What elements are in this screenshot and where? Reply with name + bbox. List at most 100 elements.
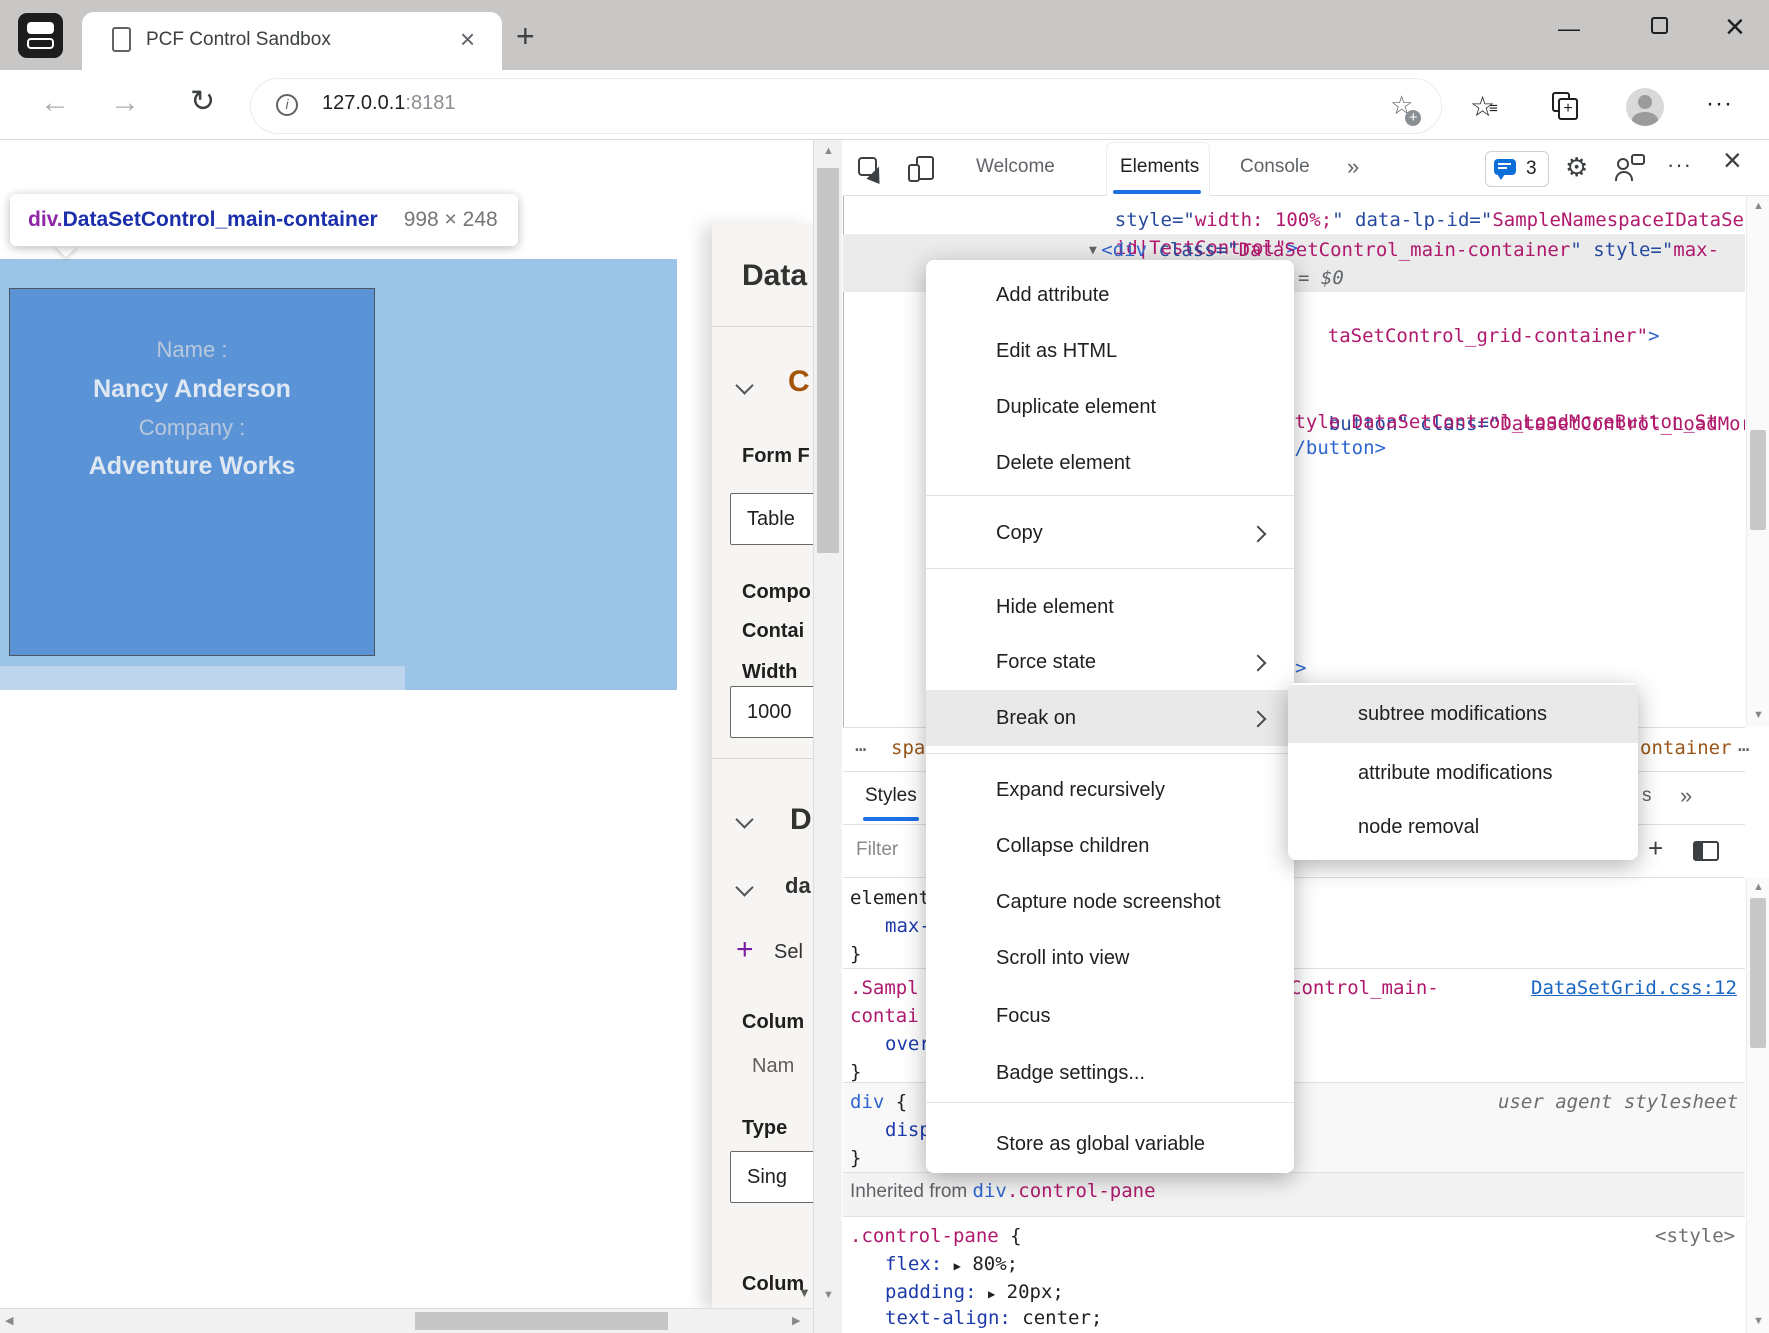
device-toolbar-icon[interactable] xyxy=(908,156,940,184)
page-hscroll-thumb[interactable] xyxy=(415,1312,668,1330)
tree-line-loadmore-style[interactable]: Style DataSetControl_LoadMoreButton_St xyxy=(1283,408,1718,436)
menu-item-copy[interactable]: Copy xyxy=(926,505,1294,561)
style-tag-link[interactable]: <style> xyxy=(1655,1222,1735,1250)
new-tab-button[interactable]: + xyxy=(516,18,535,55)
new-style-rule-icon[interactable]: + xyxy=(1648,833,1663,864)
window-minimize-button[interactable]: — xyxy=(1558,16,1580,42)
type-input[interactable]: Sing xyxy=(730,1151,813,1203)
selector-sample-left[interactable]: .Sampl xyxy=(850,974,919,1002)
width-input[interactable]: 1000 xyxy=(730,686,813,738)
menu-item-collapse-children[interactable]: Collapse children xyxy=(926,818,1294,874)
submenu-item-attribute-modifications[interactable]: attribute modifications xyxy=(1288,746,1638,801)
config-chevron-icon[interactable] xyxy=(735,376,753,394)
prop-overflow[interactable]: over xyxy=(885,1030,931,1058)
tree-scrollbar[interactable]: ▲ ▼ xyxy=(1746,196,1769,727)
menu-item-focus[interactable]: Focus xyxy=(926,988,1294,1044)
dataset-chevron-icon[interactable] xyxy=(735,810,753,828)
site-info-icon[interactable]: i xyxy=(276,94,298,116)
page-vscroll-down-icon[interactable]: ▼ xyxy=(823,1290,834,1301)
reload-icon[interactable]: ↻ xyxy=(190,84,215,119)
decl-padding[interactable]: padding: ▶ 20px; xyxy=(885,1278,1064,1306)
menu-item-break-on[interactable]: Break on xyxy=(926,690,1294,746)
selector-control-pane[interactable]: .control-pane { xyxy=(850,1222,1022,1250)
submenu-item-node-removal[interactable]: node removal xyxy=(1288,801,1638,854)
menu-item-force-state[interactable]: Force state xyxy=(926,634,1294,690)
issues-button[interactable]: 3 xyxy=(1485,151,1549,187)
page-vscroll-thumb[interactable] xyxy=(817,168,839,553)
back-icon[interactable]: ← xyxy=(40,86,70,120)
tab-elements[interactable]: Elements xyxy=(1106,142,1210,196)
add-record-label[interactable]: Sel xyxy=(774,941,803,964)
styles-tabs-overflow-icon[interactable]: » xyxy=(1680,783,1692,809)
page-vscrollbar[interactable]: ▲ ▼ xyxy=(813,140,842,1333)
toggle-sidebar-icon[interactable] xyxy=(1693,841,1719,861)
tree-line-loadmore-button[interactable]: button" class="DataSetControl_LoadMore xyxy=(1283,382,1745,410)
settings-gear-icon[interactable]: ⚙ xyxy=(1565,152,1588,183)
forward-icon[interactable]: → xyxy=(110,86,140,120)
tree-line-testcontrol[interactable]: id|TestControl"> xyxy=(1069,206,1298,234)
breadcrumb-span-fragment[interactable]: spa xyxy=(891,737,925,759)
menu-item-edit-as-html[interactable]: Edit as HTML xyxy=(926,323,1294,379)
url-text[interactable]: 127.0.0.1:8181 xyxy=(322,92,455,115)
browser-menu-icon[interactable]: ··· xyxy=(1706,90,1733,118)
styles-scroll-thumb[interactable] xyxy=(1750,898,1766,1048)
page-hscrollbar[interactable]: ◀ ▶ xyxy=(0,1308,813,1333)
devtools-more-icon[interactable]: ··· xyxy=(1667,152,1692,178)
stylesheet-link[interactable]: DataSetGrid.css:12 xyxy=(1531,974,1737,1002)
inspect-element-icon[interactable] xyxy=(858,157,884,183)
tab-close-icon[interactable]: × xyxy=(460,24,475,55)
add-record-plus-icon[interactable]: + xyxy=(736,933,754,967)
menu-item-add-attribute[interactable]: Add attribute xyxy=(926,267,1294,323)
tree-line-grid-container[interactable]: taSetControl_grid-container"> xyxy=(1282,294,1660,322)
profile-avatar[interactable] xyxy=(1626,88,1664,126)
tree-line-button-close[interactable]: </button> xyxy=(1283,434,1386,462)
breadcrumb-container-fragment[interactable]: ontainer xyxy=(1640,737,1732,759)
tab-fragment[interactable]: s xyxy=(1642,785,1652,807)
window-close-button[interactable]: × xyxy=(1725,8,1745,47)
tree-scroll-up-icon[interactable]: ▲ xyxy=(1753,201,1764,212)
menu-item-duplicate-element[interactable]: Duplicate element xyxy=(926,379,1294,435)
expand-icon[interactable]: ▶ xyxy=(954,1259,961,1273)
bottom-columns-caret-icon[interactable]: ▼ xyxy=(798,1285,811,1300)
app-icon[interactable] xyxy=(18,13,63,58)
page-hscroll-right-icon[interactable]: ▶ xyxy=(792,1316,800,1327)
decl-flex[interactable]: flex: ▶ 80%; xyxy=(885,1250,1018,1278)
tabs-overflow-icon[interactable]: » xyxy=(1347,154,1359,180)
tree-line-close-bracket[interactable]: > xyxy=(1295,654,1306,682)
page-vscroll-up-icon[interactable]: ▲ xyxy=(823,146,834,157)
menu-item-store-as-global-variable[interactable]: Store as global variable xyxy=(926,1116,1294,1172)
window-maximize-button[interactable] xyxy=(1651,17,1668,34)
selector-div[interactable]: div { xyxy=(850,1088,907,1116)
dataset-prop-chevron-icon[interactable] xyxy=(735,878,753,896)
styles-filter-input[interactable]: Filter xyxy=(856,839,898,861)
prop-max[interactable]: max- xyxy=(885,912,931,940)
add-favorite-icon[interactable]: ☆+ xyxy=(1390,90,1429,121)
menu-item-capture-node-screenshot[interactable]: Capture node screenshot xyxy=(926,874,1294,930)
form-factor-input[interactable]: Table xyxy=(730,493,813,545)
browser-tab[interactable]: PCF Control Sandbox × xyxy=(82,12,502,70)
tree-scroll-thumb[interactable] xyxy=(1750,430,1766,530)
submenu-item-subtree-modifications[interactable]: subtree modifications xyxy=(1288,685,1638,743)
styles-scroll-down-icon[interactable]: ▼ xyxy=(1753,1316,1764,1327)
menu-item-delete-element[interactable]: Delete element xyxy=(926,435,1294,491)
styles-scrollbar[interactable]: ▲ ▼ xyxy=(1746,878,1769,1333)
tab-welcome[interactable]: Welcome xyxy=(976,156,1055,178)
twisty-icon[interactable]: ▼ xyxy=(1089,243,1097,258)
favorites-icon[interactable]: ☆≡ xyxy=(1470,90,1504,123)
tab-console[interactable]: Console xyxy=(1240,156,1310,178)
collections-icon[interactable]: + xyxy=(1552,92,1576,118)
styles-scroll-up-icon[interactable]: ▲ xyxy=(1753,882,1764,893)
breadcrumb-dots-right[interactable]: … xyxy=(1738,734,1749,756)
breadcrumb-dots-left[interactable]: … xyxy=(855,734,866,756)
feedback-icon[interactable] xyxy=(1615,154,1649,184)
tree-scroll-down-icon[interactable]: ▼ xyxy=(1753,710,1764,721)
menu-item-expand-recursively[interactable]: Expand recursively xyxy=(926,762,1294,818)
prop-display[interactable]: disp xyxy=(885,1116,931,1144)
inherited-tag[interactable]: div xyxy=(973,1180,1007,1202)
devtools-close-icon[interactable]: × xyxy=(1723,142,1742,179)
menu-item-hide-element[interactable]: Hide element xyxy=(926,579,1294,635)
menu-item-badge-settings[interactable]: Badge settings... xyxy=(926,1045,1294,1101)
menu-item-scroll-into-view[interactable]: Scroll into view xyxy=(926,930,1294,986)
page-hscroll-left-icon[interactable]: ◀ xyxy=(5,1316,13,1327)
tab-styles[interactable]: Styles xyxy=(865,785,917,807)
